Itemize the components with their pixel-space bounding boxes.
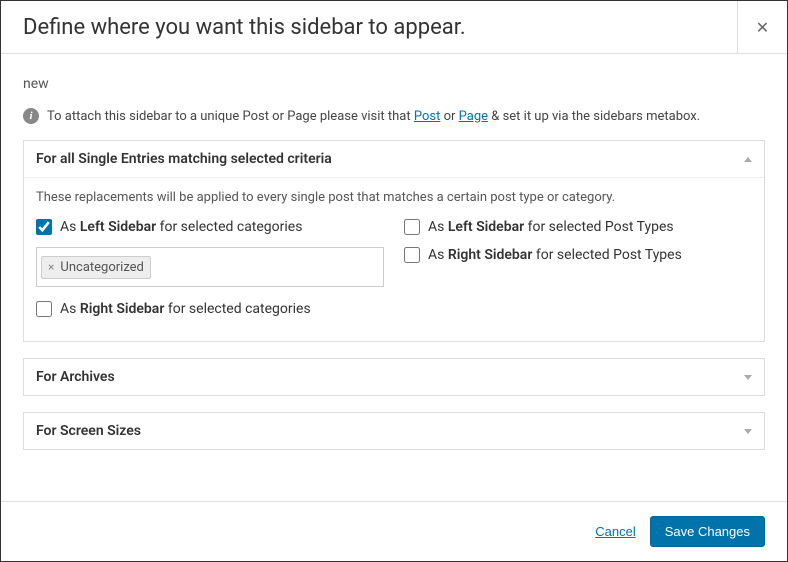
modal-footer: Cancel Save Changes <box>1 501 787 561</box>
chevron-down-icon <box>744 429 752 434</box>
right-column: As Left Sidebar for selected Post Types … <box>404 219 752 329</box>
left-sidebar-posttypes-checkbox[interactable] <box>404 219 420 235</box>
section-screen-sizes-title: For Screen Sizes <box>36 423 141 439</box>
left-column: As Left Sidebar for selected categories … <box>36 219 384 329</box>
left-sidebar-categories-row[interactable]: As Left Sidebar for selected categories <box>36 219 384 235</box>
chevron-up-icon <box>744 157 752 162</box>
left-sidebar-posttypes-label: As Left Sidebar for selected Post Types <box>428 219 674 235</box>
section-single-title: For all Single Entries matching selected… <box>36 151 332 167</box>
right-sidebar-posttypes-checkbox[interactable] <box>404 247 420 263</box>
left-sidebar-categories-label: As Left Sidebar for selected categories <box>60 219 302 235</box>
info-row: i To attach this sidebar to a unique Pos… <box>23 108 765 124</box>
chevron-down-icon <box>744 375 752 380</box>
categories-tag-input[interactable]: × Uncategorized <box>36 247 384 287</box>
options-columns: As Left Sidebar for selected categories … <box>36 219 752 329</box>
tag-label: Uncategorized <box>60 260 143 275</box>
cancel-button[interactable]: Cancel <box>595 524 635 539</box>
right-sidebar-categories-row[interactable]: As Right Sidebar for selected categories <box>36 301 384 317</box>
page-link[interactable]: Page <box>459 109 488 124</box>
left-sidebar-categories-checkbox[interactable] <box>36 219 52 235</box>
left-sidebar-posttypes-row[interactable]: As Left Sidebar for selected Post Types <box>404 219 752 235</box>
modal-header: Define where you want this sidebar to ap… <box>1 1 787 54</box>
section-screen-sizes-header[interactable]: For Screen Sizes <box>24 413 764 449</box>
tag-uncategorized: × Uncategorized <box>41 256 151 279</box>
close-button[interactable]: ✕ <box>737 1 787 54</box>
sidebar-name: new <box>23 76 765 92</box>
info-text: To attach this sidebar to a unique Post … <box>47 109 700 124</box>
right-sidebar-categories-label: As Right Sidebar for selected categories <box>60 301 311 317</box>
save-button[interactable]: Save Changes <box>650 516 765 547</box>
section-archives-title: For Archives <box>36 369 115 385</box>
section-single-entries: For all Single Entries matching selected… <box>23 140 765 342</box>
info-icon: i <box>23 108 39 124</box>
section-single-header[interactable]: For all Single Entries matching selected… <box>24 141 764 177</box>
right-sidebar-posttypes-label: As Right Sidebar for selected Post Types <box>428 247 682 263</box>
sidebar-placement-modal: Define where you want this sidebar to ap… <box>0 0 788 562</box>
section-single-desc: These replacements will be applied to ev… <box>36 190 752 205</box>
tag-remove-icon[interactable]: × <box>48 260 54 274</box>
post-link[interactable]: Post <box>414 109 441 124</box>
modal-title: Define where you want this sidebar to ap… <box>23 15 466 40</box>
modal-body: new i To attach this sidebar to a unique… <box>1 54 787 501</box>
section-archives-header[interactable]: For Archives <box>24 359 764 395</box>
close-icon: ✕ <box>756 18 769 37</box>
right-sidebar-categories-checkbox[interactable] <box>36 301 52 317</box>
section-single-body: These replacements will be applied to ev… <box>24 177 764 341</box>
section-archives: For Archives <box>23 358 765 396</box>
right-sidebar-posttypes-row[interactable]: As Right Sidebar for selected Post Types <box>404 247 752 263</box>
section-screen-sizes: For Screen Sizes <box>23 412 765 450</box>
